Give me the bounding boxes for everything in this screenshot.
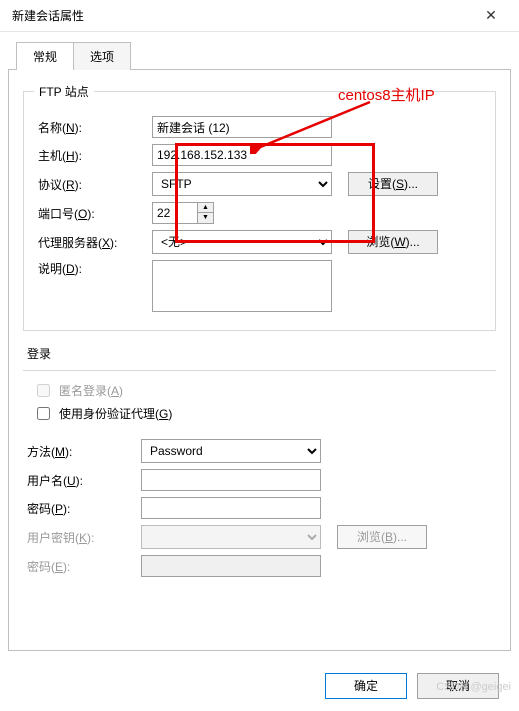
ident-agent-checkbox-row[interactable]: 使用身份验证代理(G) [33, 404, 496, 423]
host-input[interactable] [152, 144, 332, 166]
keypass-input [141, 555, 321, 577]
port-input[interactable] [152, 202, 198, 224]
browse-proxy-button[interactable]: 浏览(W)... [348, 230, 438, 254]
name-input[interactable] [152, 116, 332, 138]
close-icon[interactable]: ✕ [471, 7, 511, 24]
password-input[interactable] [141, 497, 321, 519]
login-legend: 登录 [27, 345, 496, 362]
anon-login-checkbox: 匿名登录(A) [33, 381, 496, 400]
spin-up-icon[interactable]: ▲ [198, 203, 213, 213]
watermark: CSDN @geigei [436, 681, 511, 693]
tab-general[interactable]: 常规 [16, 42, 74, 70]
spin-down-icon[interactable]: ▼ [198, 213, 213, 223]
settings-button[interactable]: 设置(S)... [348, 172, 438, 196]
keypass-label: 密码(E): [23, 558, 141, 575]
ok-button[interactable]: 确定 [325, 673, 407, 699]
protocol-label: 协议(R): [34, 176, 152, 193]
description-textarea[interactable] [152, 260, 332, 312]
tab-panel: FTP 站点 名称(N): 主机(H): 协议(R): SFTP 设置(S)..… [8, 69, 511, 651]
method-label: 方法(M): [23, 443, 141, 460]
protocol-select[interactable]: SFTP [152, 172, 332, 196]
tab-strip: 常规 选项 [0, 32, 519, 70]
username-label: 用户名(U): [23, 472, 141, 489]
browse-key-button: 浏览(B)... [337, 525, 427, 549]
divider [23, 370, 496, 371]
proxy-select[interactable]: <无> [152, 230, 332, 254]
userkey-select [141, 525, 321, 549]
title-bar: 新建会话属性 ✕ [0, 0, 519, 32]
port-label: 端口号(O): [34, 205, 152, 222]
name-label: 名称(N): [34, 119, 152, 136]
ident-agent-checkbox[interactable] [37, 407, 50, 420]
proxy-label: 代理服务器(X): [34, 234, 152, 251]
host-label: 主机(H): [34, 147, 152, 164]
tab-options[interactable]: 选项 [73, 42, 131, 70]
desc-label: 说明(D): [34, 260, 152, 277]
method-select[interactable]: Password [141, 439, 321, 463]
port-stepper[interactable]: ▲▼ [152, 202, 214, 224]
ftp-legend: FTP 站点 [34, 83, 94, 100]
username-input[interactable] [141, 469, 321, 491]
userkey-label: 用户密钥(K): [23, 529, 141, 546]
anon-checkbox [37, 384, 50, 397]
ftp-group: FTP 站点 名称(N): 主机(H): 协议(R): SFTP 设置(S)..… [23, 83, 496, 331]
password-label: 密码(P): [23, 500, 141, 517]
window-title: 新建会话属性 [12, 7, 471, 24]
